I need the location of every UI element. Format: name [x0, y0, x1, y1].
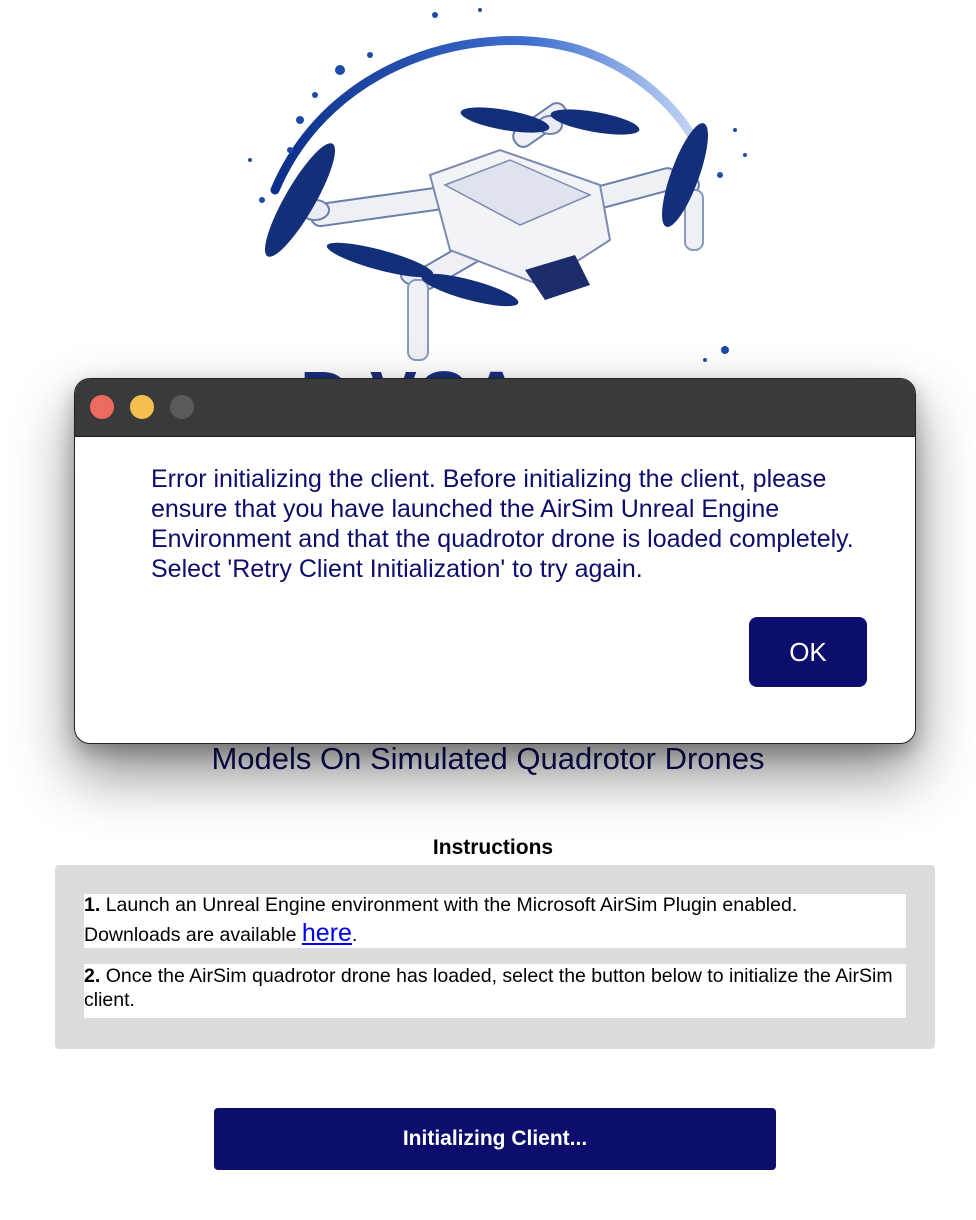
drone-icon: D VQA — [248, 8, 747, 420]
close-window-button[interactable] — [90, 395, 114, 419]
step-text-downloads: Downloads are available — [84, 924, 302, 946]
step-number: 2. — [84, 965, 101, 987]
ok-button[interactable]: OK — [749, 617, 867, 687]
instructions-panel: 1. Launch an Unreal Engine environment w… — [55, 865, 935, 1049]
step-number: 1. — [84, 894, 101, 916]
downloads-link[interactable]: here — [302, 919, 352, 947]
instructions-heading: Instructions — [432, 836, 554, 859]
error-dialog: Error initializing the client. Before in… — [74, 378, 916, 744]
dialog-titlebar — [75, 379, 915, 437]
drone-logo: D VQA — [180, 0, 800, 420]
instruction-step-2: 2. Once the AirSim quadrotor drone has l… — [84, 964, 906, 1018]
step-text-period: . — [351, 924, 358, 946]
maximize-window-button[interactable] — [170, 395, 194, 419]
app-subtitle: Models On Simulated Quadrotor Drones — [211, 741, 765, 776]
step-text: Launch an Unreal Engine environment with… — [105, 894, 798, 916]
error-message: Error initializing the client. Before in… — [151, 465, 854, 583]
step-text: Once the AirSim quadrotor drone has load… — [84, 965, 893, 1011]
initialize-client-button[interactable]: Initializing Client... — [214, 1108, 776, 1170]
instruction-step-1: 1. Launch an Unreal Engine environment w… — [84, 894, 906, 948]
minimize-window-button[interactable] — [130, 395, 154, 419]
